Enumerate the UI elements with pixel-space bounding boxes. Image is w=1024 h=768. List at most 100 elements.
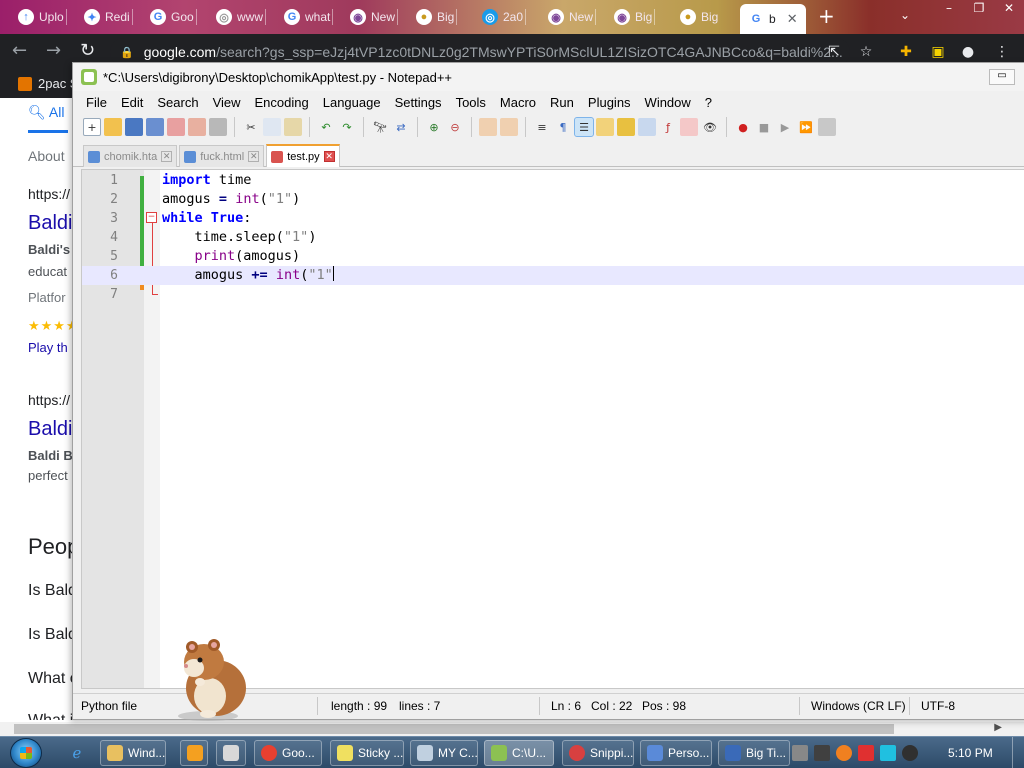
find-icon[interactable]: 🔭︎ [371, 118, 389, 136]
save-all-icon[interactable] [146, 118, 164, 136]
taskbar-task[interactable]: Big Ti... [718, 740, 790, 766]
play-macro-icon[interactable]: ▶ [776, 118, 794, 136]
start-button[interactable] [10, 738, 42, 768]
copy-icon[interactable] [263, 118, 281, 136]
tray-flag-icon[interactable] [858, 745, 874, 761]
browser-tab[interactable]: Gwhat [284, 6, 334, 28]
code-line[interactable]: 2 amogus = int("1") [82, 190, 1024, 209]
paste-icon[interactable] [284, 118, 302, 136]
result-url[interactable]: https:// [28, 186, 78, 202]
minimize-icon[interactable]: – [934, 0, 964, 18]
code-line[interactable]: 4 time.sleep("1") [82, 228, 1024, 247]
browser-tab[interactable]: ✦ Redi [84, 6, 133, 28]
taskbar-task[interactable]: MY C... [410, 740, 478, 766]
sync-vertical-icon[interactable] [479, 118, 497, 136]
browser-tab[interactable]: G Goo [150, 6, 197, 28]
record-macro-icon[interactable]: ● [734, 118, 752, 136]
status-encoding[interactable]: UTF-8 [921, 699, 955, 713]
folder-workspace-icon[interactable] [680, 118, 698, 136]
paa-question[interactable]: Is Bald [28, 582, 78, 600]
close-tab-icon[interactable]: ✕ [787, 11, 798, 27]
tray-app-icon[interactable] [792, 745, 808, 761]
close-all-icon[interactable] [188, 118, 206, 136]
tray-app-icon[interactable] [814, 745, 830, 761]
new-tab-button[interactable]: + [818, 6, 835, 26]
menu-tools[interactable]: Tools [449, 95, 493, 110]
profile-avatar-icon[interactable]: ● [960, 44, 976, 60]
show-desktop-button[interactable] [1012, 737, 1024, 768]
extensions-puzzle-icon[interactable]: ✚ [898, 44, 914, 60]
code-line[interactable]: 3 while True: [82, 209, 1024, 228]
scrollbar-thumb[interactable] [14, 724, 894, 734]
taskbar-clock[interactable]: 5:10 PM [948, 746, 993, 760]
udl-icon[interactable] [596, 118, 614, 136]
browser-tab[interactable]: ● Big [680, 6, 718, 28]
code-line[interactable]: 1 import time [82, 171, 1024, 190]
open-folder-icon[interactable] [104, 118, 122, 136]
show-all-chars-icon[interactable]: ¶ [554, 118, 572, 136]
replace-icon[interactable]: ⇄ [392, 118, 410, 136]
scroll-right-arrow-icon[interactable]: ▶ [994, 722, 1002, 733]
tab-search-chevron-icon[interactable]: ⌄ [900, 8, 910, 22]
zoom-out-icon[interactable]: ⊖ [446, 118, 464, 136]
paa-question[interactable]: Is Bald [28, 626, 78, 644]
bookmark-item[interactable]: 2pac S [18, 76, 78, 91]
new-file-icon[interactable]: + [83, 118, 101, 136]
doc-map-icon[interactable] [617, 118, 635, 136]
code-editor[interactable]: − 1 import time 2 amogus = int("1") 3 wh… [81, 169, 1024, 689]
paa-question[interactable]: What c [28, 670, 78, 688]
menu-edit[interactable]: Edit [114, 95, 150, 110]
close-tab-icon[interactable]: ✕ [248, 151, 260, 162]
code-line[interactable]: 5 print(amogus) [82, 247, 1024, 266]
taskbar-task-active[interactable]: C:\U... [484, 740, 554, 766]
close-icon[interactable]: ✕ [994, 0, 1024, 18]
doc-tab[interactable]: chomik.hta ✕ [83, 145, 178, 167]
tray-volume-icon[interactable] [902, 745, 918, 761]
paa-question[interactable]: What i [28, 712, 78, 720]
undo-icon[interactable]: ↶ [317, 118, 335, 136]
code-line[interactable]: 7 [82, 285, 1024, 304]
menu-encoding[interactable]: Encoding [248, 95, 316, 110]
close-file-icon[interactable] [167, 118, 185, 136]
hamster-desktop-pet[interactable] [170, 630, 260, 722]
code-line-current[interactable]: 6 amogus += int("1" [82, 266, 1024, 285]
result-url[interactable]: https:// [28, 392, 78, 408]
browser-tab[interactable]: ● Big [416, 6, 458, 28]
tray-app-icon[interactable] [836, 745, 852, 761]
browser-tab[interactable]: ◉ New [350, 6, 399, 28]
save-icon[interactable] [125, 118, 143, 136]
browser-tab[interactable]: ↑ Uplo [18, 6, 67, 28]
minimize-icon[interactable]: ▭ [989, 69, 1015, 85]
print-icon[interactable] [209, 118, 227, 136]
forward-arrow-icon[interactable]: → [46, 42, 61, 60]
play-multiple-icon[interactable]: ⏩ [797, 118, 815, 136]
result-title-link[interactable]: Baldi [28, 418, 78, 441]
taskbar-task[interactable]: Wind... [100, 740, 166, 766]
internet-explorer-icon[interactable]: ℯ [66, 742, 88, 764]
doc-tab[interactable]: fuck.html ✕ [179, 145, 265, 167]
menu-settings[interactable]: Settings [388, 95, 449, 110]
menu-language[interactable]: Language [316, 95, 388, 110]
bookmark-star-icon[interactable]: ☆ [858, 44, 874, 60]
menu-macro[interactable]: Macro [493, 95, 543, 110]
close-tab-icon[interactable]: ✕ [323, 151, 335, 162]
browser-tab[interactable]: ◉ New [548, 6, 597, 28]
npp-titlebar[interactable]: *C:\Users\digibrony\Desktop\chomikApp\te… [73, 63, 1024, 91]
save-macro-icon[interactable] [818, 118, 836, 136]
restore-icon[interactable]: ❐ [964, 0, 994, 18]
menu-help[interactable]: ? [698, 95, 719, 110]
redo-icon[interactable]: ↷ [338, 118, 356, 136]
reload-icon[interactable]: ↻ [80, 42, 95, 60]
cut-icon[interactable]: ✂ [242, 118, 260, 136]
taskbar-task[interactable] [216, 740, 246, 766]
taskbar-task[interactable]: Goo... [254, 740, 322, 766]
stop-macro-icon[interactable]: ■ [755, 118, 773, 136]
result-title-link[interactable]: Baldi [28, 212, 78, 235]
taskbar-task[interactable]: Snippi... [562, 740, 634, 766]
close-tab-icon[interactable]: ✕ [161, 151, 173, 162]
taskbar-task[interactable] [180, 740, 208, 766]
word-wrap-icon[interactable]: ≡ [533, 118, 551, 136]
browser-tab-active[interactable]: Gb ✕ [740, 4, 806, 34]
back-arrow-icon[interactable]: ← [12, 42, 27, 60]
menu-window[interactable]: Window [638, 95, 698, 110]
